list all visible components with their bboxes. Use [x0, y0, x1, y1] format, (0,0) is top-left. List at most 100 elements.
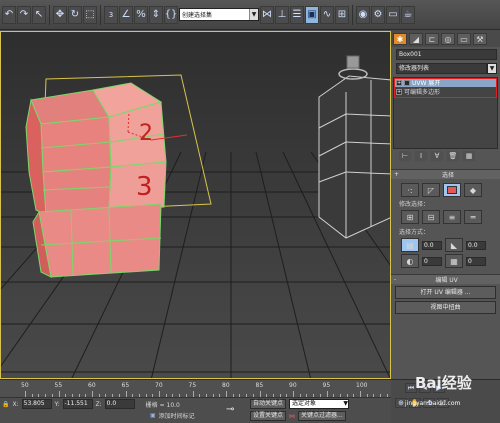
modify-tab-icon[interactable]: ◢: [409, 33, 423, 45]
timeline-tick-label: 50: [21, 382, 29, 389]
select-icon[interactable]: ↖: [32, 5, 46, 24]
align-icon[interactable]: ⊥: [275, 5, 289, 24]
select-by-element-button[interactable]: ▤: [401, 238, 419, 252]
percent-snap-icon[interactable]: %: [134, 5, 148, 24]
material-editor-icon[interactable]: ◉: [356, 5, 370, 24]
baidu-watermark: Bai经验: [415, 374, 472, 392]
chevron-down-icon: ▼: [249, 9, 258, 20]
perspective-viewport[interactable]: 2 3: [0, 31, 391, 379]
selected-object-text: 选定对象: [292, 400, 317, 407]
ring-selection-button[interactable]: ≡: [443, 210, 461, 224]
add-time-tag-link[interactable]: 添加时间标记: [159, 411, 195, 420]
grid-size-text: 栅格 = 10.0: [145, 401, 180, 409]
schematic-icon[interactable]: ⊞: [335, 5, 349, 24]
chevron-down-icon: ▼: [487, 63, 497, 74]
redo-icon[interactable]: ↷: [17, 5, 31, 24]
render-icon[interactable]: ☕: [401, 5, 415, 24]
render-frame-icon[interactable]: ▭: [386, 5, 400, 24]
snap-3-icon[interactable]: 3: [104, 5, 118, 24]
remove-modifier-icon[interactable]: 🗑: [447, 151, 459, 161]
collapse-icon: +: [394, 171, 400, 178]
show-end-result-icon[interactable]: I: [415, 151, 427, 161]
lock-icon[interactable]: 🔒: [2, 401, 9, 408]
open-uv-editor-button[interactable]: 打开 UV 编辑器 ...: [395, 286, 496, 299]
time-tag-row: ▣ 添加时间标记: [150, 411, 195, 420]
mirror-icon[interactable]: ⋈: [260, 5, 274, 24]
key-filters-button[interactable]: 关键点过滤器...: [298, 411, 346, 421]
rotate-icon[interactable]: ↻: [68, 5, 82, 24]
angle-spinner[interactable]: 0.0: [466, 240, 486, 250]
collapse-icon: -: [394, 276, 397, 283]
edit-named-selection-icon[interactable]: {}: [164, 5, 178, 24]
rollout-title: 编辑 UV: [435, 277, 458, 284]
set-key-button[interactable]: 设置关键点: [250, 411, 287, 421]
z-label: Z:: [95, 400, 102, 408]
scale-icon[interactable]: ⬚: [83, 5, 97, 24]
command-panel-tabs: ✱ ◢ ⊏ ◎ ▭ ⚒: [391, 31, 500, 47]
vertex-mode-button[interactable]: ·:: [401, 183, 419, 197]
z-coordinate-field[interactable]: 0.0: [104, 399, 135, 409]
material-id-spinner[interactable]: 0: [422, 256, 442, 266]
undo-icon[interactable]: ↶: [2, 5, 16, 24]
key-icon[interactable]: ⊸: [226, 404, 234, 415]
watermark-brand: 经验: [441, 374, 472, 392]
x-label: X:: [12, 400, 19, 408]
move-icon[interactable]: ✥: [53, 5, 67, 24]
timeline-tick-label: 80: [222, 382, 230, 389]
auto-key-row: 自动关键点 选定对象 ▼: [250, 399, 350, 409]
grow-selection-button[interactable]: ⊞: [401, 210, 419, 224]
configure-sets-icon[interactable]: ▦: [463, 151, 475, 161]
shrink-selection-button[interactable]: ⊟: [422, 210, 440, 224]
auto-key-button[interactable]: 自动关键点: [250, 399, 287, 409]
curve-editor-icon[interactable]: ∿: [320, 5, 334, 24]
timeline-tick-label: 100: [356, 382, 368, 389]
status-bar: 🔒 X: 53.805 Y: -11.551 Z: 0.0 栅格 = 10.0 …: [0, 397, 391, 423]
y-label: Y:: [54, 400, 60, 408]
selection-rollout-header[interactable]: + 选择: [391, 169, 500, 179]
key-mode-icon[interactable]: ⋈: [289, 413, 295, 420]
create-tab-icon[interactable]: ✱: [393, 33, 407, 45]
polygon-mode-button[interactable]: [443, 183, 461, 197]
modifier-list-dropdown[interactable]: 修改器列表 ▼: [391, 60, 500, 74]
hierarchy-tab-icon[interactable]: ⊏: [425, 33, 439, 45]
watermark-url: jingyan.baidu.com: [405, 400, 461, 407]
threshold-spinner[interactable]: 0.0: [422, 240, 442, 250]
rollout-title: 选择: [442, 172, 455, 179]
graphite-icon[interactable]: ▣: [305, 5, 319, 24]
display-tab-icon[interactable]: ▭: [457, 33, 471, 45]
timeline[interactable]: 50 55 60 65 70 75 80 85 90 95 100: [0, 379, 391, 397]
selection-set-dropdown[interactable]: 创建选择集 ▼: [179, 8, 259, 21]
select-by-smoothing-button[interactable]: ◣: [445, 238, 463, 252]
timeline-tick-label: 55: [54, 382, 63, 389]
angle-snap-icon[interactable]: ∠: [119, 5, 133, 24]
select-by-material-button[interactable]: ◐: [401, 254, 419, 268]
highlight-box: [394, 78, 497, 98]
y-coordinate-field[interactable]: -11.551: [62, 399, 93, 409]
sg-spinner[interactable]: 0: [466, 256, 486, 266]
modifier-stack[interactable]: + UVW 展开 + 可编辑多边形: [393, 77, 498, 149]
selection-set-text: 创建选择集: [182, 12, 213, 19]
set-key-row: 设置关键点 ⋈ 关键点过滤器...: [250, 411, 346, 421]
loop-selection-button[interactable]: ═: [464, 210, 482, 224]
spinner-snap-icon[interactable]: ⇕: [149, 5, 163, 24]
view-align-button[interactable]: 视图中扭曲: [395, 301, 496, 314]
x-coordinate-field[interactable]: 53.805: [21, 399, 52, 409]
motion-tab-icon[interactable]: ◎: [441, 33, 455, 45]
select-by-sg-button[interactable]: ▦: [445, 254, 463, 268]
render-setup-icon[interactable]: ⚙: [371, 5, 385, 24]
timeline-tick-label: 75: [188, 382, 197, 389]
modifier-list-text: 修改器列表: [396, 63, 487, 74]
timeline-tick-label: 70: [155, 382, 163, 389]
layer-icon[interactable]: ☰: [290, 5, 304, 24]
selected-object-dropdown[interactable]: 选定对象 ▼: [289, 399, 350, 409]
stack-tools: ⊢ I ∀ 🗑 ▦: [391, 149, 500, 163]
edge-mode-button[interactable]: ◸: [422, 183, 440, 197]
edit-uv-rollout-header[interactable]: - 编辑 UV: [391, 274, 500, 284]
utilities-tab-icon[interactable]: ⚒: [473, 33, 487, 45]
timeline-tick-label: 90: [289, 382, 297, 389]
object-name-field[interactable]: Box001: [396, 49, 497, 60]
make-unique-icon[interactable]: ∀: [431, 151, 443, 161]
element-mode-button[interactable]: ◆: [464, 183, 482, 197]
pin-stack-icon[interactable]: ⊢: [399, 151, 411, 161]
timeline-tick-label: 60: [88, 382, 96, 389]
